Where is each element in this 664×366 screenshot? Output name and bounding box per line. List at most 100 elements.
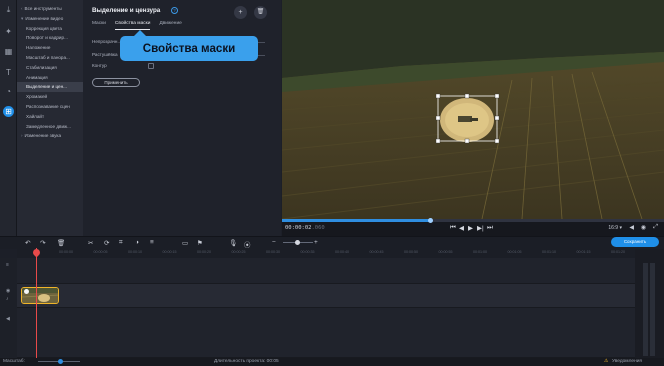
tree-item[interactable]: Анимация	[17, 73, 83, 83]
flag-icon[interactable]: ⚑	[197, 239, 203, 247]
timeline-ruler[interactable]: 00:00:00 00:00:05 00:00:10 00:00:15 00:00:20…	[17, 249, 660, 258]
scale-label: Масштаб:	[3, 359, 25, 364]
tree-item[interactable]: Распознавание сцен	[17, 102, 83, 112]
more-tools-icon[interactable]: ⊞	[3, 106, 14, 117]
ruler-tick: 00:00:25	[231, 250, 246, 254]
meter-left	[643, 263, 648, 356]
tab-masks[interactable]: Маски	[92, 20, 106, 30]
import-icon[interactable]: ⤓	[3, 4, 14, 15]
opacity-label: Непрозрачн...	[92, 39, 122, 44]
add-mask-button[interactable]: +	[234, 6, 247, 19]
redo-icon[interactable]: ↷	[40, 239, 45, 247]
tree-item-label: Изменение звука	[24, 133, 62, 139]
zoom-in-icon[interactable]: +	[314, 239, 318, 246]
ruler-tick: 00:00:40	[335, 250, 349, 254]
zoom-knob[interactable]	[295, 240, 300, 245]
ruler-tick: 00:00:00	[59, 250, 73, 254]
notifications-icon[interactable]: ⚠	[604, 359, 608, 364]
ruler-tick: 00:01:10	[542, 250, 556, 254]
tree-item[interactable]: › Изменение звука	[17, 131, 83, 141]
tree-item-label: Хайлайт	[26, 113, 45, 119]
crop-icon[interactable]: ⌗	[119, 239, 123, 247]
text-icon[interactable]: T	[3, 67, 14, 78]
tree-item[interactable]: Хромакей	[17, 92, 83, 102]
caret-icon: ‹	[21, 6, 23, 11]
caret-icon: ▾	[21, 15, 24, 21]
progress-knob[interactable]	[428, 218, 434, 223]
track-head-audio: ◀	[0, 308, 17, 358]
tree-item-label: Стабилизация	[26, 64, 57, 70]
tree-item[interactable]: Поворот и кадрир...	[17, 33, 83, 43]
eye-icon[interactable]: ◉	[6, 288, 10, 294]
export-button[interactable]: Сохранить	[611, 237, 659, 247]
notifications-label[interactable]: Уведомления	[612, 359, 642, 364]
tab-motion[interactable]: Движение	[159, 20, 181, 30]
tree-item[interactable]: Наложение	[17, 43, 83, 53]
step-forward-icon[interactable]: ▶|	[477, 224, 484, 232]
delete-icon[interactable]: 🗑	[57, 239, 65, 247]
rotate-icon[interactable]: ⟳	[104, 239, 109, 247]
tree-item-label: Наложение	[26, 45, 51, 51]
skip-back-icon[interactable]: ⏮	[450, 224, 456, 232]
outline-checkbox[interactable]	[148, 63, 154, 69]
video-preview[interactable]	[282, 0, 664, 219]
tree-item-label: Изменение видео	[25, 15, 64, 21]
apply-button[interactable]: Применить	[92, 78, 140, 87]
play-icon[interactable]: ▶	[468, 224, 473, 232]
aspect-ratio-select[interactable]: 16:9 ▾	[608, 225, 622, 231]
tree-item[interactable]: Масштаб и панора...	[17, 53, 83, 63]
effects-track[interactable]	[17, 258, 635, 284]
list-icon[interactable]: ≡	[150, 239, 154, 246]
delete-mask-button[interactable]: 🗑	[254, 6, 267, 19]
time-current: 00:00:02	[285, 225, 312, 231]
mic-icon[interactable]: 🎙	[229, 239, 237, 247]
playhead-line	[36, 248, 37, 358]
time-readout: 00:00:02.060	[285, 225, 325, 231]
tree-item[interactable]: Выделение и цен...	[17, 82, 83, 93]
audio-mute-icon[interactable]: ◀	[6, 316, 10, 322]
tree-item[interactable]: Замедленное движ...	[17, 122, 83, 132]
tree-item-label: Масштаб и панора...	[26, 54, 70, 60]
fullscreen-icon[interactable]: ⤢	[653, 224, 658, 231]
status-bar: Масштаб: Длительность проекта: 00:05 ⚠ У…	[0, 358, 664, 366]
stickers-icon[interactable]: ◔	[3, 86, 14, 97]
tools-tree: ‹ Все инструменты ▾ Изменение видео Коррекци…	[17, 0, 83, 236]
monitor-icon[interactable]: ▭	[182, 239, 188, 247]
record-icon[interactable]: ⦿	[244, 239, 251, 249]
volume-icon[interactable]: ◀︎	[629, 224, 634, 231]
text-track-icon[interactable]: ≡	[6, 262, 9, 268]
timeline-toolbar: ↶ ↷ 🗑 ✂ ⟳ ⌗ ◑ ≡ ▭ ⚑ 🎙 ⦿ − +	[0, 236, 664, 249]
video-mute-icon[interactable]: ♪	[6, 296, 9, 302]
playback-bar: 00:00:02.060 ⏮ ◀ ▶ ▶| ⏭ 16:9 ▾ ◀︎ ◉ ⤢	[282, 218, 664, 236]
scale-knob[interactable]	[58, 359, 63, 364]
tree-item-label: Замедленное движ...	[26, 123, 71, 129]
tree-item[interactable]: ▾ Изменение видео	[17, 14, 83, 24]
undo-icon[interactable]: ↶	[25, 239, 30, 247]
tree-item[interactable]: Стабилизация	[17, 63, 83, 73]
tree-item[interactable]: ‹ Все инструменты	[17, 4, 83, 14]
audio-track[interactable]	[17, 308, 635, 358]
tooltip-mask-properties: Свойства маски	[120, 30, 258, 61]
tab-mask-properties[interactable]: Свойства маски	[114, 20, 151, 30]
tree-item-label: Анимация	[26, 74, 48, 80]
wand-icon[interactable]: ✦	[3, 26, 14, 37]
cut-icon[interactable]: ✂	[88, 239, 93, 247]
snapshot-icon[interactable]: ◉	[641, 224, 646, 231]
help-icon[interactable]: ?	[171, 7, 178, 14]
transitions-icon[interactable]: ▦	[3, 46, 14, 57]
ruler-tick: 00:00:45	[369, 250, 384, 254]
tree-item[interactable]: Коррекция цвета	[17, 24, 83, 34]
skip-forward-icon[interactable]: ⏭	[487, 224, 493, 232]
color-icon[interactable]: ◑	[135, 239, 139, 246]
tree-item-label: Поворот и кадрир...	[26, 35, 68, 41]
tree-item[interactable]: Хайлайт	[17, 112, 83, 122]
ruler-tick: 00:00:50	[404, 250, 418, 254]
progress-fill	[282, 219, 431, 222]
ruler-tick: 00:00:55	[438, 250, 453, 254]
tree-item-label: Коррекция цвета	[26, 25, 62, 31]
step-back-icon[interactable]: ◀	[459, 224, 464, 232]
video-clip[interactable]	[21, 287, 59, 304]
ruler-tick: 00:00:20	[197, 250, 211, 254]
zoom-out-icon[interactable]: −	[272, 239, 276, 246]
video-track[interactable]	[17, 284, 635, 308]
